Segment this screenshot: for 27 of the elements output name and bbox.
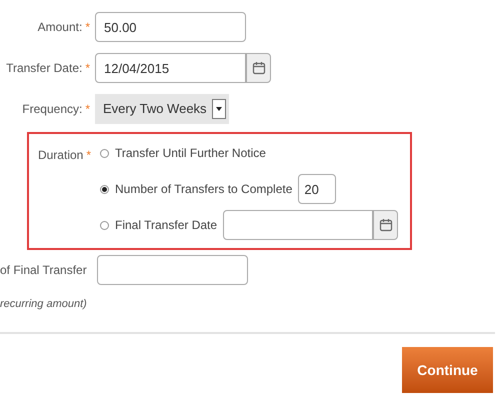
radio-label: Transfer Until Further Notice [115, 145, 266, 162]
radio-label: Final Transfer Date [115, 217, 218, 234]
calendar-icon [252, 61, 266, 75]
number-field[interactable]: 20 [298, 174, 336, 204]
amount-field[interactable]: 50.00 [95, 12, 246, 42]
radio-button[interactable] [100, 148, 109, 158]
radio-button[interactable] [100, 220, 109, 230]
required-mark: * [86, 147, 91, 164]
calendar-button[interactable] [246, 53, 271, 83]
required-mark: * [85, 19, 90, 36]
note-text: recurring amount) [0, 298, 87, 310]
amount-field[interactable] [97, 255, 248, 285]
field-label: Duration [38, 147, 84, 164]
dropdown-icon [212, 99, 226, 119]
radio-button[interactable] [100, 184, 109, 194]
field-label: Amount: [38, 19, 82, 36]
date-field[interactable]: 12/04/2015 [95, 53, 246, 83]
calendar-icon [378, 218, 393, 232]
date-field[interactable] [223, 210, 374, 240]
calendar-button[interactable] [373, 210, 398, 240]
required-mark: * [85, 101, 90, 118]
continue-button[interactable]: Continue [402, 347, 493, 393]
required-mark: * [85, 60, 90, 77]
field-label: Transfer Date: [6, 60, 82, 77]
radio-label: Number of Transfers to Complete [115, 181, 292, 198]
frequency-select[interactable]: Every Two Weeks [95, 94, 229, 124]
field-label: Frequency: [22, 101, 82, 118]
